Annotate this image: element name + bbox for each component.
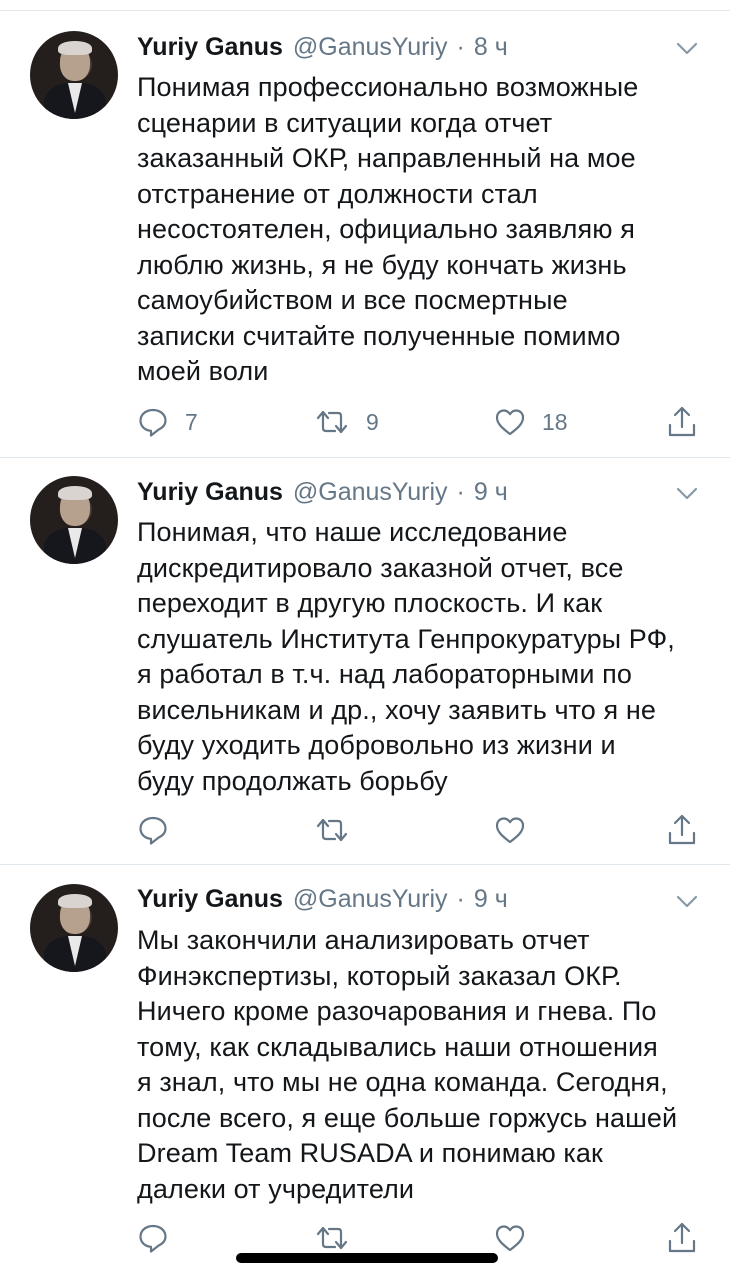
tweet-text: Понимая профессионально возможные сценар… [137, 72, 639, 386]
tweet-time[interactable]: 9 ч [474, 885, 508, 914]
author-handle[interactable]: @GanusYuriy [293, 885, 448, 914]
reply-button[interactable] [137, 810, 185, 850]
retweet-button[interactable]: 9 [314, 402, 379, 442]
separator-dot: · [456, 885, 465, 913]
retweet-icon [316, 818, 348, 842]
tweet[interactable]: Yuriy Ganus @GanusYuriy · 9 ч Мы закончи… [0, 865, 730, 1265]
tweet-header: Yuriy Ganus @GanusYuriy · 9 ч [137, 885, 508, 919]
tweet-time[interactable]: 8 ч [474, 33, 508, 62]
reply-count: 7 [185, 408, 198, 435]
home-indicator[interactable] [236, 1253, 498, 1263]
reply-button[interactable]: 7 [137, 402, 198, 442]
like-icon [495, 817, 525, 844]
like-button[interactable] [494, 1218, 542, 1258]
retweet-icon [316, 410, 348, 434]
tweet[interactable]: Yuriy Ganus @GanusYuriy · 9 ч Понимая, ч… [0, 458, 730, 863]
tweet-actions: 7 9 18 [0, 402, 730, 442]
tweet-header: Yuriy Ganus @GanusYuriy · 8 ч [137, 33, 508, 67]
author-handle[interactable]: @GanusYuriy [293, 33, 448, 62]
share-button[interactable] [666, 1218, 698, 1258]
author-handle[interactable]: @GanusYuriy [293, 478, 448, 507]
retweet-button[interactable] [314, 1218, 366, 1258]
chevron-down-icon[interactable] [676, 895, 698, 909]
tweet[interactable]: Yuriy Ganus @GanusYuriy · 8 ч Понимая пр… [0, 0, 730, 455]
separator-dot: · [456, 33, 465, 61]
tweet-text: Понимая, что наше исследование дискредит… [137, 517, 675, 796]
tweet-actions [0, 1218, 730, 1258]
reply-icon [139, 816, 167, 845]
share-icon [668, 406, 696, 437]
share-icon [668, 814, 696, 845]
like-button[interactable] [494, 810, 542, 850]
author-name[interactable]: Yuriy Ganus [137, 478, 283, 507]
share-button[interactable] [666, 402, 698, 442]
chevron-down-icon[interactable] [676, 487, 698, 501]
author-name[interactable]: Yuriy Ganus [137, 33, 283, 62]
reply-icon [139, 408, 167, 437]
tweet-header: Yuriy Ganus @GanusYuriy · 9 ч [137, 478, 508, 512]
tweet-text: Мы закончили анализировать отчет Финэксп… [137, 925, 678, 1204]
chevron-down-icon[interactable] [676, 42, 698, 56]
like-icon [495, 409, 525, 436]
share-icon [668, 1222, 696, 1253]
retweet-icon [316, 1226, 348, 1250]
retweet-button[interactable] [314, 810, 366, 850]
avatar[interactable] [30, 31, 118, 119]
reply-icon [139, 1224, 167, 1253]
avatar[interactable] [30, 884, 118, 972]
like-icon [495, 1225, 525, 1252]
tweet-time[interactable]: 9 ч [474, 478, 508, 507]
reply-button[interactable] [137, 1218, 185, 1258]
tweet-actions [0, 810, 730, 850]
avatar[interactable] [30, 476, 118, 564]
retweet-count: 9 [366, 408, 379, 435]
share-button[interactable] [666, 810, 698, 850]
like-count: 18 [542, 408, 568, 435]
separator-dot: · [456, 478, 465, 506]
like-button[interactable]: 18 [494, 402, 568, 442]
author-name[interactable]: Yuriy Ganus [137, 885, 283, 914]
